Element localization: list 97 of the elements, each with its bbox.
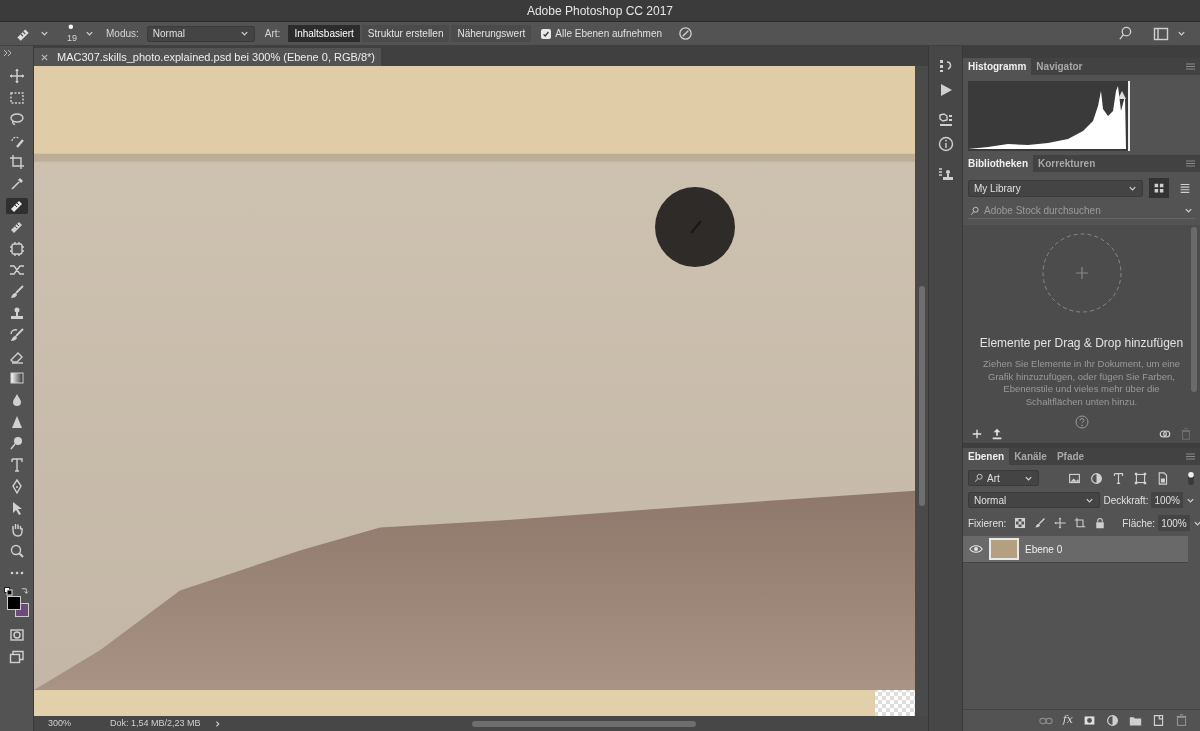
panel-tab[interactable]: Navigator [1031,58,1088,75]
mode-dropdown[interactable]: Normal [146,25,255,42]
chevron-down-icon [85,29,94,38]
chevron-down-icon [1177,29,1186,38]
checkmark-icon [542,29,551,38]
document-info: Dok: 1,54 MB/2,23 MB [109,716,202,730]
shape-filter-icon[interactable] [1134,471,1147,485]
grid-view-button[interactable] [1149,178,1170,198]
trash-icon[interactable] [1175,714,1188,727]
type-filter-icon[interactable] [1112,471,1125,485]
screen-mode-icon[interactable] [8,648,25,665]
lock-label: Fixieren: [968,516,1007,531]
library-dropdown[interactable]: My Library [968,179,1144,197]
chevron-down-icon [1184,206,1193,215]
filter-toggle-icon[interactable] [1187,470,1195,486]
default-colors-icon[interactable] [3,586,13,596]
dodge-icon[interactable] [8,435,25,452]
panel-menu-icon[interactable] [1185,452,1196,461]
upload-icon[interactable] [991,428,1003,440]
lock-transparency-icon[interactable] [1014,517,1027,529]
help-icon[interactable] [1074,415,1089,429]
zoom-icon[interactable] [8,543,25,560]
type-icon[interactable] [8,456,25,473]
adjustment-filter-icon[interactable] [1090,471,1103,485]
panel-tab[interactable]: Pfade [1051,448,1090,465]
panel-tab[interactable]: Korrekturen [1033,155,1101,172]
search-icon [970,205,980,216]
document-tab[interactable]: MAC307.skills_photo.explained.psd bei 300% (Ebene 0, RGB/8*) [34,48,381,66]
search-icon[interactable] [1118,26,1133,41]
brush-icon[interactable] [8,283,25,300]
panel-tab[interactable]: Histogramm [963,58,1032,75]
blend-mode-dropdown[interactable]: Normal [968,492,1101,508]
lock-all-icon[interactable] [1094,517,1107,529]
expand-chevrons-icon[interactable] [3,48,13,58]
info-icon[interactable] [937,136,954,152]
panel-menu-icon[interactable] [1185,159,1196,168]
panel-tab[interactable]: Ebenen [963,448,1010,465]
empty-library-title: Elemente per Drag & Drop hinzufügen [979,335,1184,352]
new-layer-icon[interactable] [1152,714,1165,727]
lasso-icon[interactable] [8,111,25,128]
chevron-down-icon [239,29,249,38]
move-arrows-icon[interactable] [8,68,25,84]
patch-icon[interactable] [8,240,25,257]
panel-tab[interactable]: Kanäle [1009,448,1052,465]
type-option-button[interactable]: Struktur erstellen [361,25,450,42]
library-scrollbar-thumb[interactable] [1191,227,1197,392]
vertical-scrollbar-thumb[interactable] [918,286,925,506]
workspace-icon[interactable] [1153,25,1169,42]
stamp-icon[interactable] [8,305,25,322]
folder-icon[interactable] [1129,714,1142,727]
history-icon[interactable] [937,58,954,74]
mode-label: Modus: [106,27,139,41]
foreground-color-swatch[interactable] [6,595,21,610]
fill-label: Fläche: [1122,516,1156,531]
window-title: Adobe Photoshop CC 2017 [526,2,674,20]
close-icon[interactable] [40,52,49,62]
history-brush-icon[interactable] [8,327,25,344]
opacity-label: Deckkraft: [1103,493,1149,508]
lock-pixels-brush-icon[interactable] [1034,517,1047,529]
swap-colors-icon[interactable] [19,586,29,596]
trash-icon [1180,428,1192,440]
image-filter-icon[interactable] [1068,471,1081,485]
panel-menu-icon[interactable] [1185,62,1196,71]
sample-all-checkbox[interactable]: Alle Ebenen aufnehmen [541,26,662,41]
crop-icon[interactable] [8,154,25,171]
type-option-button[interactable]: Inhaltsbasiert [288,25,360,42]
stock-search-field[interactable]: Adobe Stock durchsuchen [984,203,1180,218]
creative-cloud-icon[interactable] [1158,428,1172,440]
brush-size: 19 [67,34,77,43]
fill-field[interactable]: 100% [1158,515,1190,531]
layer-filter-dropdown[interactable]: Art [968,470,1040,486]
eye-icon[interactable] [969,542,983,556]
add-icon[interactable] [971,428,983,440]
layer-name: Ebene 0 [1025,542,1063,557]
pressure-icon[interactable] [678,26,693,41]
gradient-icon[interactable] [8,370,25,387]
horizontal-scrollbar-thumb[interactable] [472,720,696,727]
quick-mask-icon[interactable] [8,626,25,643]
marquee-icon[interactable] [8,89,25,106]
properties-icon[interactable] [937,112,954,128]
lock-artboard-icon[interactable] [1074,517,1087,529]
type-label: Art: [264,27,281,41]
status-menu-chevron-icon[interactable] [214,719,222,728]
adjustment-icon[interactable] [1106,714,1119,727]
mask-icon[interactable] [1083,714,1096,727]
search-icon [974,473,984,483]
zoom-level[interactable]: 300% [34,716,94,731]
smart-object-filter-icon[interactable] [1156,471,1169,485]
layer-style-button[interactable]: fx [1062,712,1073,729]
panel-tab[interactable]: Bibliotheken [963,155,1033,172]
type-option-button[interactable]: Näherungswert [451,25,532,42]
layer-row[interactable]: Ebene 0 [963,536,1188,563]
clone-source-icon[interactable] [937,166,954,182]
opacity-field[interactable]: 100% [1151,492,1183,508]
chevron-down-icon [40,29,49,38]
layer-thumbnail [989,538,1019,560]
lock-position-icon[interactable] [1054,517,1067,529]
